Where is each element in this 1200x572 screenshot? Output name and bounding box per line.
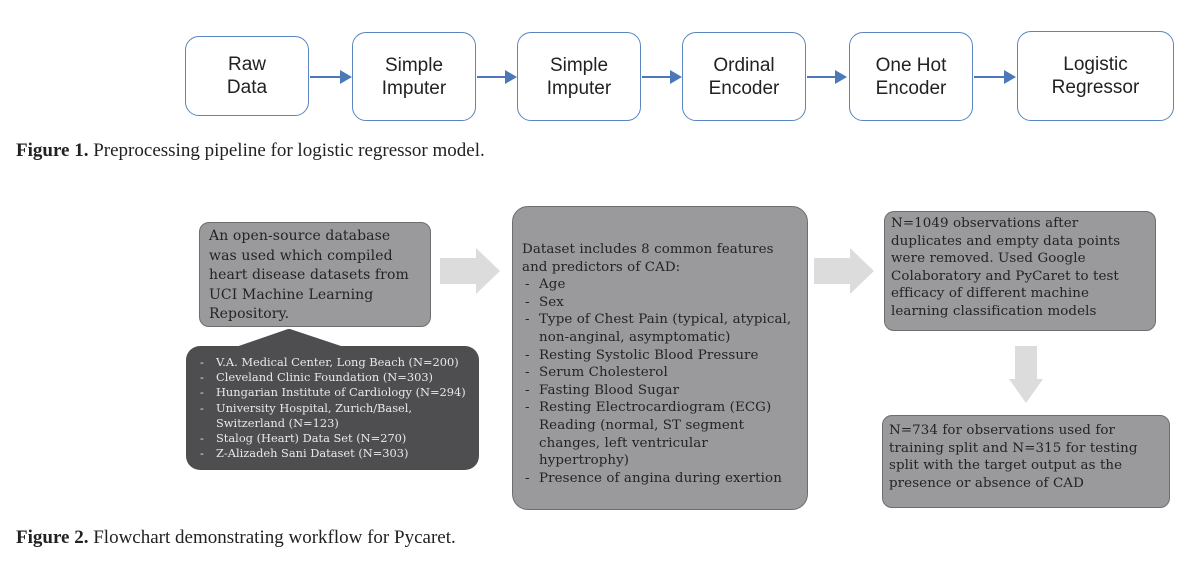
node-label: Simple Imputer (546, 54, 612, 99)
dataset-item: Z-Alizadeh Sani Dataset (N=303) (194, 446, 473, 461)
figure-1-caption: Figure 1. Preprocessing pipeline for log… (16, 140, 485, 162)
dataset-item: University Hospital, Zurich/Basel, Switz… (194, 401, 473, 431)
figure-2-caption: Figure 2. Flowchart demonstrating workfl… (16, 527, 456, 549)
feature-item: Serum Cholesterol (522, 364, 799, 382)
features-box: Dataset includes 8 common features and p… (512, 206, 808, 510)
feature-item: Resting Electrocardiogram (ECG) Reading … (522, 399, 799, 469)
features-list: Age Sex Type of Chest Pain (typical, aty… (522, 276, 799, 487)
pipeline-arrow (974, 70, 1016, 84)
flow-arrow-down-icon (1009, 346, 1043, 403)
caption-text: Flowchart demonstrating workflow for Pyc… (88, 527, 456, 548)
dataset-item: Cleveland Clinic Foundation (N=303) (194, 370, 473, 385)
observations-text: N=1049 observations after duplicates and… (891, 216, 1121, 319)
feature-item: Type of Chest Pain (typical, atypical, n… (522, 311, 799, 346)
pipeline-node-one-hot-encoder: One Hot Encoder (849, 32, 973, 121)
node-label: Raw Data (226, 54, 268, 98)
source-database-box: An open-source database was used which c… (199, 222, 431, 327)
node-label: Ordinal Encoder (708, 54, 780, 99)
feature-item: Fasting Blood Sugar (522, 382, 799, 400)
feature-item: Resting Systolic Blood Pressure (522, 347, 799, 365)
node-label: Simple Imputer (381, 54, 447, 99)
pipeline-node-ordinal-encoder: Ordinal Encoder (682, 32, 806, 121)
feature-item: Presence of angina during exertion (522, 470, 799, 488)
source-database-text: An open-source database was used which c… (209, 228, 409, 322)
caption-text: Preprocessing pipeline for logistic regr… (88, 140, 485, 161)
dataset-item: Stalog (Heart) Data Set (N=270) (194, 431, 473, 446)
datasets-box: V.A. Medical Center, Long Beach (N=200) … (186, 346, 479, 470)
feature-item: Sex (522, 294, 799, 312)
pipeline-node-logistic-regressor: Logistic Regressor (1017, 31, 1174, 121)
train-test-split-text: N=734 for observations used for training… (889, 423, 1138, 491)
flow-arrow-right-icon (814, 248, 874, 294)
pipeline-arrow (642, 70, 682, 84)
feature-item: Age (522, 276, 799, 294)
node-label: One Hot Encoder (875, 54, 947, 99)
caption-label: Figure 1. (16, 140, 89, 161)
pipeline-node-simple-imputer-2: Simple Imputer (517, 32, 641, 121)
pipeline-arrow (807, 70, 847, 84)
pipeline-node-raw-data: Raw Data (185, 36, 309, 116)
flow-arrow-right-icon (440, 248, 500, 294)
pipeline-arrow (477, 70, 517, 84)
features-intro: Dataset includes 8 common features and p… (522, 242, 774, 275)
datasets-list: V.A. Medical Center, Long Beach (N=200) … (194, 355, 473, 462)
observations-box: N=1049 observations after duplicates and… (884, 211, 1156, 331)
dataset-item: V.A. Medical Center, Long Beach (N=200) (194, 355, 473, 370)
caption-label: Figure 2. (16, 527, 89, 548)
pipeline-node-simple-imputer-1: Simple Imputer (352, 32, 476, 121)
dataset-item: Hungarian Institute of Cardiology (N=294… (194, 385, 473, 400)
pipeline-arrow (310, 70, 352, 84)
node-label: Logistic Regressor (1051, 54, 1140, 98)
train-test-split-box: N=734 for observations used for training… (882, 415, 1170, 508)
